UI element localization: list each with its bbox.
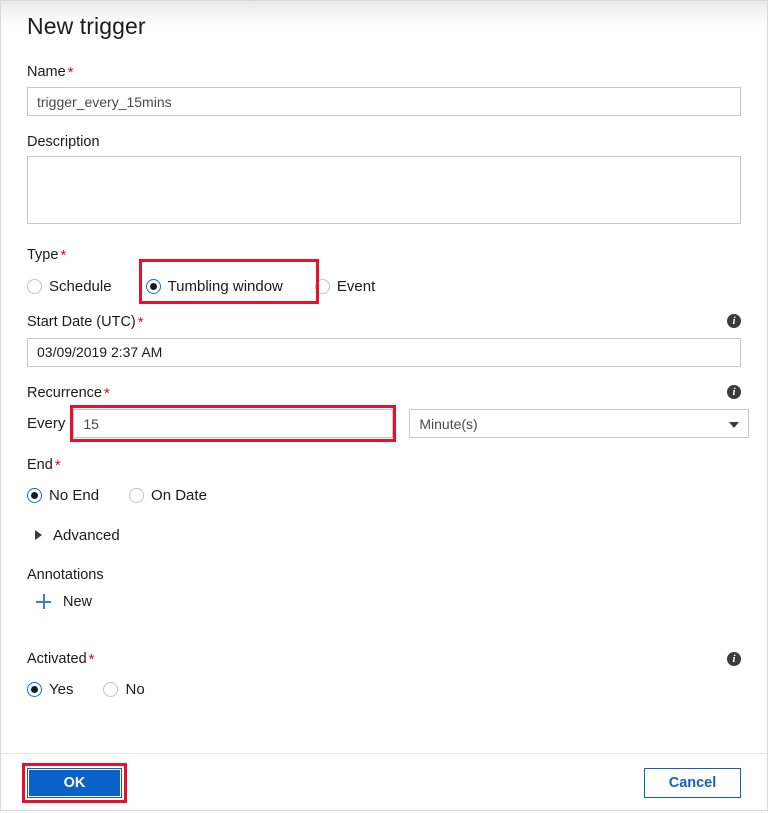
recurrence-unit-value: Minute(s) [419,415,478,432]
ok-button[interactable]: OK [27,768,122,798]
description-textarea[interactable] [27,156,741,225]
radio-type-schedule[interactable]: Schedule [27,277,112,295]
add-annotation-label: New [63,593,93,610]
end-label-text: End [27,456,53,473]
radio-label: No End [49,486,100,504]
recurrence-controls: Every Minute(s) [27,405,750,443]
recurrence-field-row: Recurrence* i Every Minute(s) [27,384,750,443]
blade-content: New trigger Name* Description Type* Sche… [1,1,767,704]
radio-label: Yes [49,680,74,698]
recurrence-unit-select[interactable]: Minute(s) [409,409,750,439]
radio-end-on-date[interactable]: On Date [129,486,207,504]
radio-dot-icon [314,278,330,294]
radio-dot-icon [145,278,161,294]
radio-dot-icon [27,487,42,503]
radio-dot-icon [103,681,119,697]
name-label-text: Name [27,63,66,80]
annotations-section: Annotations New [27,566,741,613]
info-icon[interactable]: i [727,651,741,666]
radio-activated-no[interactable]: No [103,680,145,698]
page-title: New trigger [27,13,146,39]
type-field-row: Type * Schedule Tumbling window Event [27,246,741,301]
end-label: End * [27,456,741,476]
description-label: Description [27,134,100,151]
activated-required-asterisk: * [88,650,95,668]
type-required-asterisk: * [60,247,67,265]
name-input[interactable] [27,87,741,117]
recurrence-required-asterisk: * [103,384,110,402]
radio-label: Schedule [49,277,112,295]
name-label: Name * [27,63,741,83]
recurrence-label: Recurrence * [27,384,741,404]
recurrence-unit-wrap: Minute(s) [409,409,750,439]
recurrence-label-text: Recurrence [27,384,102,401]
annotations-label: Annotations [27,567,104,584]
radio-activated-yes[interactable]: Yes [27,680,74,698]
start-date-label-text: Start Date (UTC) [27,314,136,331]
type-label-text: Type [27,247,59,264]
radio-type-event[interactable]: Event [314,277,376,295]
start-date-field-row: Start Date (UTC) * i [27,313,741,367]
radio-dot-icon [27,278,42,294]
activated-radio-group: Yes No [27,674,741,704]
radio-type-tumbling-window[interactable]: Tumbling window [145,277,283,295]
name-required-asterisk: * [67,63,74,81]
activated-field-row: Activated * i Yes No [27,650,741,705]
end-field-row: End * No End On Date [27,456,741,511]
chevron-right-icon [35,530,42,541]
start-date-label: Start Date (UTC) * [27,313,741,333]
type-radio-group: Schedule Tumbling window Event [27,271,741,301]
radio-label: Tumbling window [167,277,283,295]
every-label: Every [27,415,66,433]
end-radio-group: No End On Date [27,480,741,510]
name-field-row: Name * [27,63,741,117]
description-field-row: Description [27,133,741,225]
start-date-input[interactable] [27,337,741,367]
radio-label: Event [336,277,376,295]
radio-dot-icon [129,487,145,503]
radio-dot-icon [27,681,42,697]
type-label: Type * [27,246,741,266]
advanced-label: Advanced [53,526,120,544]
blade-footer: OK Cancel [1,754,767,810]
recurrence-interval-wrap [70,405,397,443]
radio-end-no-end[interactable]: No End [27,486,100,504]
advanced-section-toggle[interactable]: Advanced [27,524,741,546]
activated-label: Activated * [27,650,741,670]
cancel-button[interactable]: Cancel [644,768,741,798]
activated-label-text: Activated [27,650,87,667]
plus-icon [36,594,51,610]
add-annotation-button[interactable]: New [27,590,741,614]
info-icon[interactable]: i [727,384,741,399]
new-trigger-blade: New trigger Name* Description Type* Sche… [0,0,768,811]
end-required-asterisk: * [54,456,61,474]
radio-label: No [125,680,145,698]
radio-label: On Date [151,486,207,504]
start-date-required-asterisk: * [137,314,144,332]
recurrence-interval-input[interactable] [73,409,394,439]
